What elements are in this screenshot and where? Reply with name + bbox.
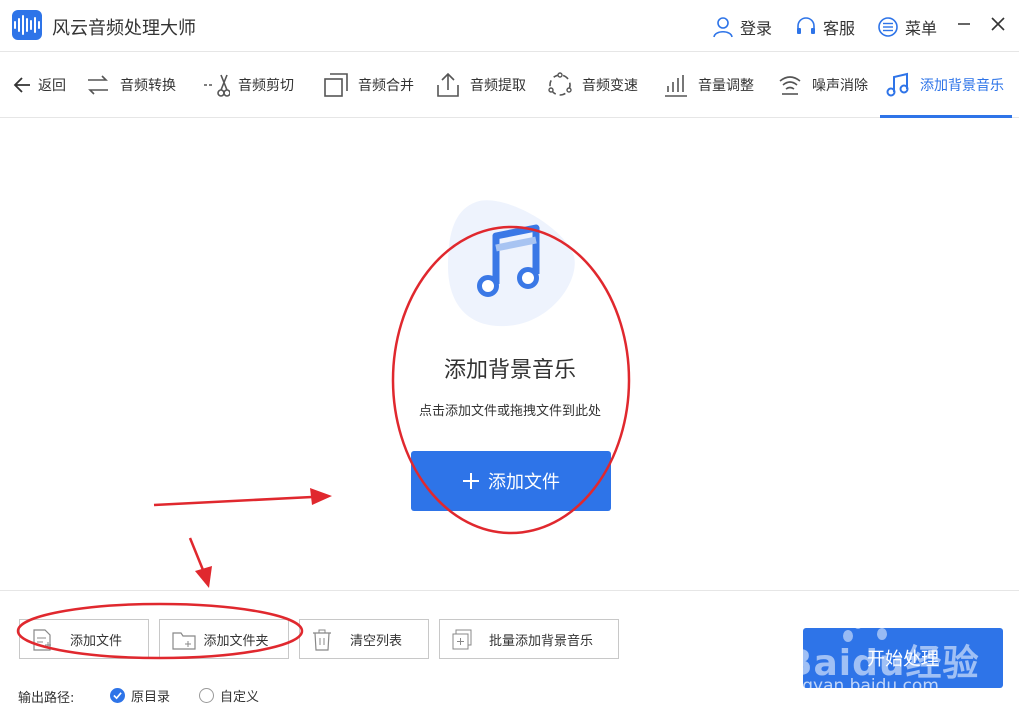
login-label: 登录 [740, 19, 773, 38]
radio-custom-label: 自定义 [220, 690, 260, 705]
annotation-arrow-right [153, 488, 332, 507]
music-note-icon [886, 72, 909, 97]
user-icon [713, 17, 733, 38]
service-label: 客服 [823, 19, 856, 38]
minimize-icon [958, 23, 970, 25]
output-path-label: 输出路径: [18, 691, 75, 706]
tool-label: 音频转换 [120, 78, 176, 94]
noise-icon [779, 76, 801, 95]
radio-checked-icon [110, 688, 125, 703]
tool-label: 音频合并 [358, 78, 414, 94]
annotation-arrow-down [188, 537, 212, 588]
tool-audio-merge[interactable]: 音频合并 [322, 52, 414, 118]
tool-label: 添加背景音乐 [920, 78, 1004, 94]
menu-label: 菜单 [905, 19, 938, 38]
folder-add-icon [172, 632, 196, 650]
file-add-icon [33, 629, 51, 651]
batch-add-bgm-button[interactable]: 批量添加背景音乐 [439, 619, 619, 659]
add-file-main-label: 添加文件 [488, 472, 560, 493]
service-button[interactable]: 客服 [795, 15, 855, 39]
radio-custom-dir[interactable]: 自定义 [199, 686, 259, 705]
tool-noise-removal[interactable]: 噪声消除 [776, 52, 868, 118]
tool-audio-cut[interactable]: 音频剪切 [202, 52, 294, 118]
function-toolbar: 返回 音频转换 音频剪切 音频合并 音频提取 音频变速 音量调整 噪声消除 添加… [0, 52, 1019, 118]
title-bar: 风云音频处理大师 登录 客服 菜单 [0, 0, 1019, 52]
tool-audio-extract[interactable]: 音频提取 [434, 52, 526, 118]
convert-icon [88, 75, 108, 95]
app-title: 风云音频处理大师 [52, 18, 196, 39]
back-button[interactable]: 返回 [12, 52, 66, 118]
trash-icon [313, 629, 331, 651]
watermark-url: jingyan.baidu.com [782, 676, 939, 696]
arrow-left-icon [13, 77, 30, 93]
add-folder-button[interactable]: 添加文件夹 [159, 619, 289, 659]
tool-label: 音频提取 [470, 78, 526, 94]
drop-area-hint: 点击添加文件或拖拽文件到此处 [418, 404, 601, 419]
merge-icon [324, 73, 348, 97]
login-button[interactable]: 登录 [712, 15, 772, 39]
speed-icon [548, 72, 572, 96]
tool-add-bgm[interactable]: 添加背景音乐 [880, 52, 1012, 118]
tool-label: 噪声消除 [812, 78, 868, 94]
app-logo-icon [12, 10, 42, 40]
tool-label: 音量调整 [698, 78, 754, 94]
music-placeholder-icon [448, 200, 575, 327]
plus-icon [463, 473, 479, 489]
radio-original-label: 原目录 [131, 690, 171, 705]
tool-audio-convert[interactable]: 音频转换 [84, 52, 176, 118]
tool-label: 音频剪切 [238, 78, 294, 94]
headset-icon [797, 17, 815, 34]
drop-area-title: 添加背景音乐 [443, 358, 576, 383]
batch-add-icon [452, 629, 472, 650]
radio-unchecked-icon [199, 688, 214, 703]
close-icon [991, 17, 1005, 31]
scissors-icon [204, 74, 230, 97]
clear-list-button[interactable]: 清空列表 [299, 619, 429, 659]
radio-original-dir[interactable]: 原目录 [110, 686, 170, 705]
minimize-button[interactable] [952, 12, 976, 36]
close-button[interactable] [986, 12, 1010, 36]
upload-icon [437, 72, 459, 97]
add-file-main-button[interactable]: 添加文件 [411, 451, 611, 511]
tool-label: 音频变速 [582, 78, 638, 94]
volume-bars-icon [665, 75, 687, 97]
menu-list-icon [878, 17, 898, 37]
menu-button[interactable]: 菜单 [877, 15, 937, 39]
add-file-button[interactable]: 添加文件 [19, 619, 149, 659]
tool-volume-adjust[interactable]: 音量调整 [662, 52, 754, 118]
back-label: 返回 [38, 78, 66, 94]
tool-audio-speed[interactable]: 音频变速 [546, 52, 638, 118]
